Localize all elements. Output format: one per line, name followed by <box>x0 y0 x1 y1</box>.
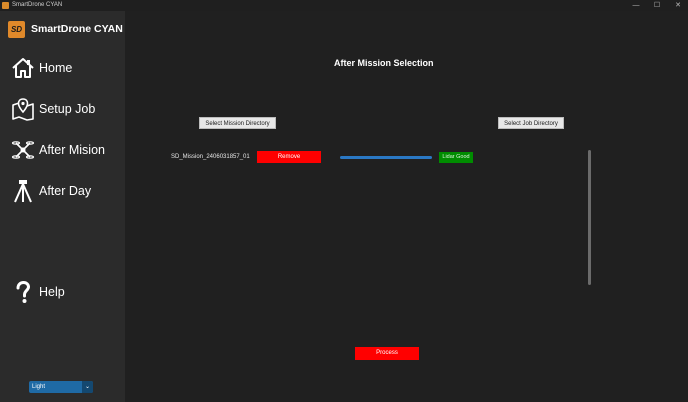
nav-label-after-mission: After Mision <box>39 143 105 157</box>
mission-progress-fill <box>340 156 432 159</box>
drone-icon <box>11 141 35 159</box>
remove-button[interactable]: Remove <box>257 151 321 163</box>
brand-name: SmartDrone CYAN <box>31 23 123 35</box>
app-icon <box>2 2 9 9</box>
select-job-directory-button[interactable]: Select Job Directory <box>498 117 564 129</box>
minimize-button[interactable]: — <box>625 0 647 11</box>
question-icon <box>16 280 31 303</box>
status-badge: Lidar Good <box>439 152 473 163</box>
theme-select[interactable]: Light ⌄ <box>29 381 93 393</box>
nav-item-help[interactable]: Help <box>0 277 125 307</box>
home-icon <box>12 58 34 78</box>
theme-value: Light <box>32 384 46 390</box>
nav-label-help: Help <box>39 285 65 299</box>
chevron-down-icon[interactable]: ⌄ <box>82 381 93 393</box>
select-mission-directory-button[interactable]: Select Mission Directory <box>199 117 276 129</box>
nav-label-setup-job: Setup Job <box>39 102 96 116</box>
nav-label-after-day: After Day <box>39 184 92 198</box>
window-title: SmartDrone CYAN <box>12 2 63 8</box>
nav-item-setup-job[interactable]: Setup Job <box>0 94 125 124</box>
nav-item-after-mission[interactable]: After Mision <box>0 135 125 165</box>
process-button[interactable]: Process <box>355 347 419 360</box>
scrollbar[interactable] <box>588 150 591 285</box>
sidebar: SD SmartDrone CYAN Home Setup Job After … <box>0 11 125 402</box>
brand-logo: SD <box>8 21 25 38</box>
mission-name: SD_Mission_2406031857_01 <box>171 154 250 160</box>
tripod-icon <box>14 180 32 203</box>
close-button[interactable]: ✕ <box>667 0 688 11</box>
maximize-button[interactable]: ☐ <box>646 0 668 11</box>
page-title: After Mission Selection <box>334 58 434 68</box>
mission-progress-bar <box>340 156 432 159</box>
nav-item-after-day[interactable]: After Day <box>0 176 125 206</box>
map-pin-icon <box>12 98 34 121</box>
window-titlebar: SmartDrone CYAN — ☐ ✕ <box>0 0 688 11</box>
nav-label-home: Home <box>39 61 73 75</box>
nav-item-home[interactable]: Home <box>0 53 125 83</box>
